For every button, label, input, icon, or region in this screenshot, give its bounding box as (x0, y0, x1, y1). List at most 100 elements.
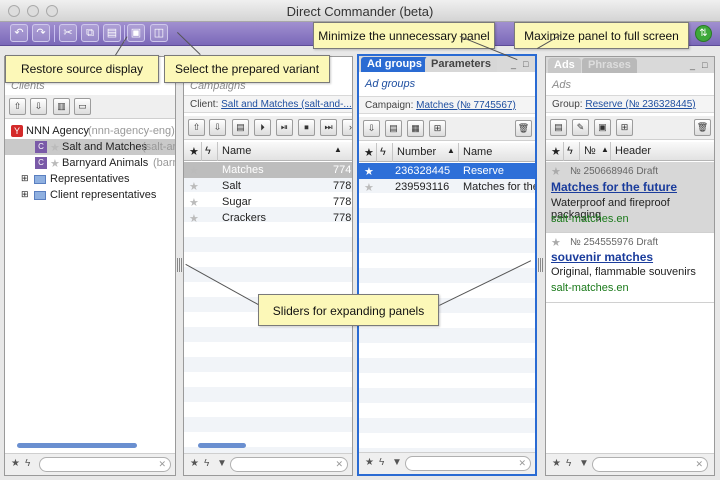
tree-item-client[interactable]: C ★ Barnyard Animals (barnyar (5, 155, 175, 171)
stats-icon[interactable]: ▥ (53, 98, 70, 115)
ads-filter-input[interactable]: ✕ (592, 457, 708, 472)
ad-text: Original, flammable souvenirs (551, 266, 696, 278)
star-filter-icon[interactable]: ★ (365, 457, 374, 468)
funnel-filter-icon[interactable]: ▼ (217, 458, 227, 469)
tab-ad-groups[interactable]: Ad groups (361, 57, 428, 72)
stop-icon[interactable]: ⏹ (298, 119, 315, 136)
image-icon[interactable]: ▣ (594, 119, 611, 136)
expand-icon[interactable]: ⊞ (21, 189, 29, 200)
document-icon[interactable]: ▦ (407, 120, 424, 137)
name-column-header[interactable]: Name (222, 145, 251, 157)
number-column-header[interactable]: Number (397, 146, 436, 158)
ad-title[interactable]: Matches for the future (551, 180, 677, 194)
star-filter-icon[interactable]: ★ (190, 458, 199, 469)
forward-icon[interactable]: ⏭ (320, 119, 337, 136)
star-icon[interactable]: ★ (50, 141, 60, 154)
number-column-header[interactable]: № (584, 145, 596, 157)
panel-slider-handle[interactable] (177, 258, 182, 272)
table-row[interactable]: ★ Crackers 778 (184, 210, 352, 226)
tree-item-folder[interactable]: ⊞ Representatives (5, 171, 175, 187)
flash-filter-icon[interactable]: ϟ (25, 458, 30, 469)
sort-asc-icon[interactable]: ▲ (334, 145, 342, 154)
funnel-filter-icon[interactable]: ▼ (579, 458, 589, 469)
campaigns-filter-input[interactable]: ✕ (230, 457, 348, 472)
redo-icon[interactable]: ↷ (32, 24, 50, 42)
flash-filter-icon[interactable]: ϟ (379, 457, 384, 468)
client-link[interactable]: Salt and Matches (salt-and-... (221, 99, 352, 110)
star-column-icon[interactable]: ★ (364, 146, 374, 159)
battery-icon[interactable]: ▭ (74, 98, 91, 115)
campaign-link[interactable]: Matches (№ 7745567) (416, 100, 516, 111)
paste-icon[interactable]: ▤ (103, 24, 121, 42)
table-icon[interactable]: ⊞ (616, 119, 633, 136)
tree-item-agency[interactable]: Y NNN Agency (nnn-agency-eng) (5, 123, 175, 139)
page-icon[interactable]: ▤ (232, 119, 249, 136)
sort-asc-icon[interactable]: ▲ (447, 146, 455, 155)
maximize-panel-icon[interactable]: □ (702, 60, 707, 70)
name-column-header[interactable]: Name (463, 146, 492, 158)
prepared-variant-icon[interactable]: ◫ (150, 24, 168, 42)
campaign-name: Crackers (222, 212, 267, 224)
minimize-panel-icon[interactable]: _ (690, 60, 695, 70)
context-label: Group: (552, 99, 583, 110)
upload-icon[interactable]: ⇧ (9, 98, 26, 115)
upload-icon[interactable]: ⇧ (188, 119, 205, 136)
table-row[interactable]: ★ 239593116 Matches for the fu (359, 179, 535, 195)
flash-filter-icon[interactable]: ϟ (204, 458, 209, 469)
tab-phrases[interactable]: Phrases (582, 58, 637, 73)
copy-icon[interactable]: ⧉ (81, 24, 99, 42)
edit-icon[interactable]: ✎ (572, 119, 589, 136)
tab-parameters[interactable]: Parameters (425, 57, 497, 72)
header-column-header[interactable]: Header (615, 145, 651, 157)
star-filter-icon[interactable]: ★ (11, 458, 20, 469)
star-icon[interactable]: ★ (551, 165, 561, 178)
restore-source-icon[interactable]: ▣ (127, 24, 145, 42)
star-filter-icon[interactable]: ★ (552, 458, 561, 469)
flash-filter-icon[interactable]: ϟ (566, 458, 571, 469)
sync-icon[interactable]: ⇅ (695, 25, 712, 42)
ad-card[interactable]: ★ № 250668946 Draft Matches for the futu… (546, 162, 714, 233)
more-icon[interactable]: › (342, 119, 352, 136)
cut-icon[interactable]: ✂ (59, 24, 77, 42)
table-row[interactable]: ★ 236328445 Reserve (359, 163, 535, 179)
ad-title[interactable]: souvenir matches (551, 250, 653, 264)
page-icon[interactable]: ▤ (385, 120, 402, 137)
expand-icon[interactable]: ⊞ (21, 173, 29, 184)
star-column-icon[interactable]: ★ (189, 145, 199, 158)
table-row[interactable]: ★ Salt 778 (184, 178, 352, 194)
minimize-panel-icon[interactable]: _ (511, 59, 516, 69)
group-link[interactable]: Reserve (№ 236328445) (585, 99, 695, 110)
download-icon[interactable]: ⇩ (363, 120, 380, 137)
flash-column-icon[interactable]: ϟ (567, 145, 573, 157)
table-row[interactable]: ★ Matches 774 (184, 162, 352, 178)
flash-column-icon[interactable]: ϟ (380, 146, 386, 158)
flash-column-icon[interactable]: ϟ (205, 145, 211, 157)
horizontal-scrollbar[interactable] (17, 443, 137, 448)
page-icon[interactable]: ▤ (550, 119, 567, 136)
ad-card[interactable]: ★ № 254555976 Draft souvenir matches Ori… (546, 233, 714, 303)
table-icon[interactable]: ⊞ (429, 120, 446, 137)
callout-sliders: Sliders for expanding panels (258, 294, 439, 326)
star-icon[interactable]: ★ (551, 236, 561, 249)
tree-item-folder[interactable]: ⊞ Client representatives (5, 187, 175, 203)
table-row[interactable]: ★ Sugar 778 (184, 194, 352, 210)
download-icon[interactable]: ⇩ (30, 98, 47, 115)
tab-ads[interactable]: Ads (548, 58, 581, 73)
funnel-filter-icon[interactable]: ▼ (392, 457, 402, 468)
maximize-panel-icon[interactable]: □ (523, 59, 528, 69)
horizontal-scrollbar[interactable] (198, 443, 246, 448)
play-pause-icon[interactable]: ⏵ (254, 119, 271, 136)
sort-asc-icon[interactable]: ▲ (601, 145, 609, 154)
undo-icon[interactable]: ↶ (10, 24, 28, 42)
star-icon[interactable]: ★ (50, 157, 60, 170)
star-column-icon[interactable]: ★ (551, 145, 561, 158)
agency-logo-icon: Y (11, 125, 23, 137)
frame-play-icon[interactable]: ⏯ (276, 119, 293, 136)
trash-icon[interactable]: 🗑 (694, 119, 711, 136)
download-icon[interactable]: ⇩ (209, 119, 226, 136)
panel-slider-handle[interactable] (538, 258, 543, 272)
trash-icon[interactable]: 🗑 (515, 120, 532, 137)
tree-item-client[interactable]: C ★ Salt and Matches (salt-and (5, 139, 175, 155)
adgroups-filter-input[interactable]: ✕ (405, 456, 531, 471)
clients-filter-input[interactable]: ✕ (39, 457, 171, 472)
